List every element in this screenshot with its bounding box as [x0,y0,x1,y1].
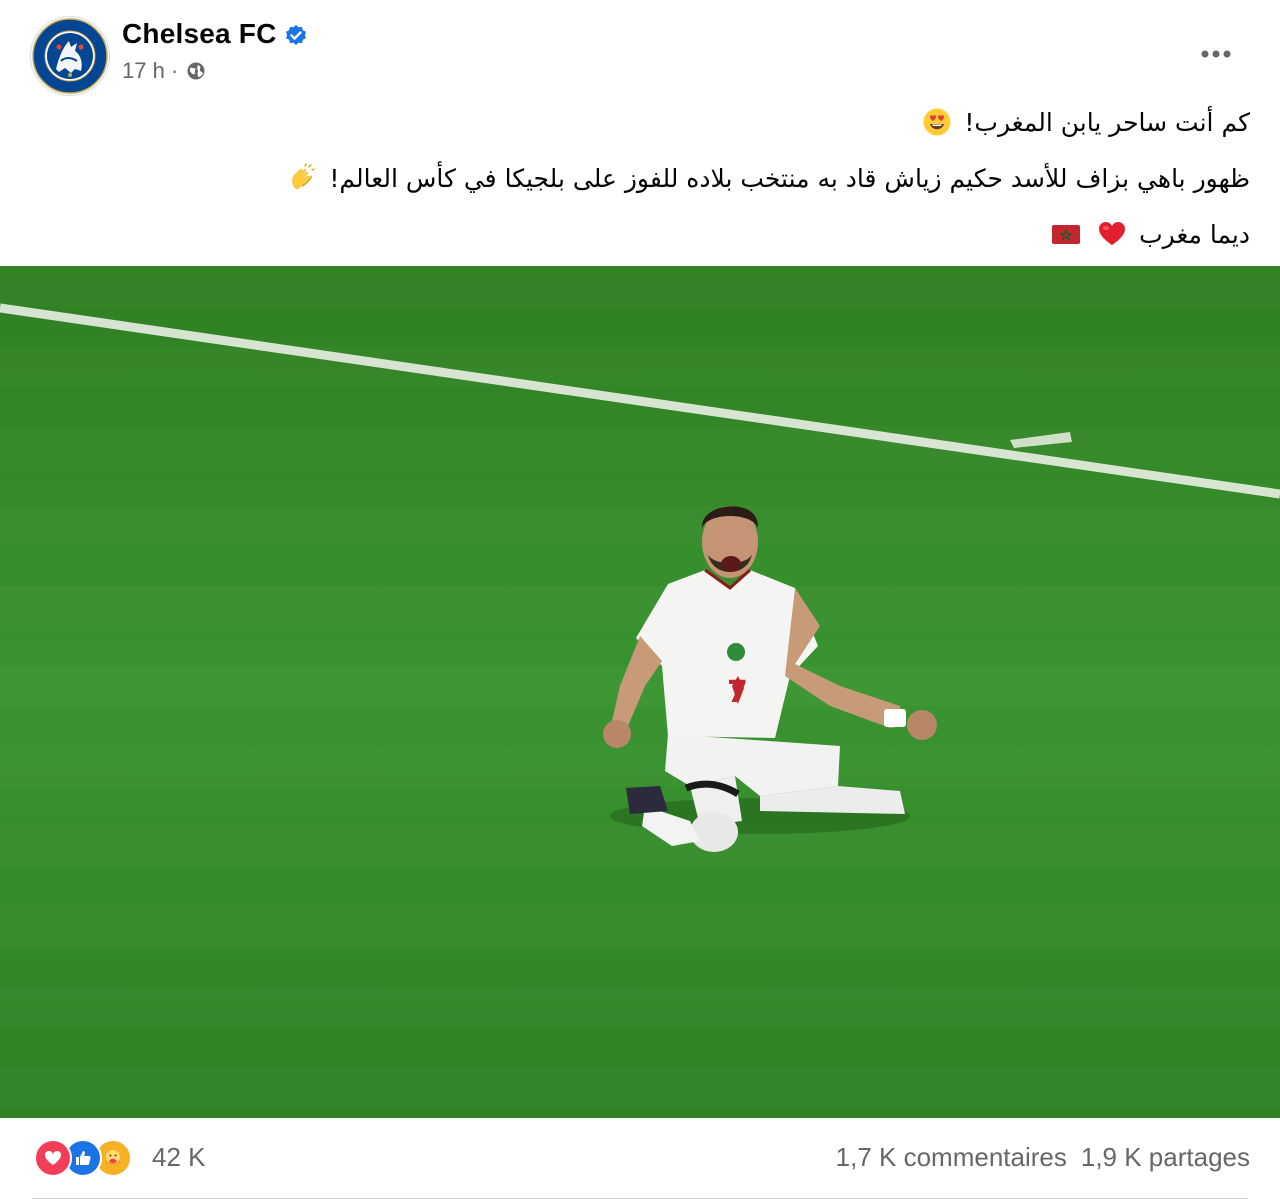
caption-line-2: ظهور باهي بزاف للأسد حكيم زياش قاد به من… [30,160,1250,198]
love-reaction-icon [34,1139,72,1177]
caption-line-1: كم أنت ساحر يابن المغرب! [30,104,1250,142]
comments-count-link[interactable]: 1,7 K commentaires [836,1142,1067,1173]
reaction-count[interactable]: 42 K [152,1142,206,1173]
clapping-hands-emoji-icon [292,163,316,190]
more-options-button[interactable] [1192,30,1240,78]
avatar[interactable] [31,17,109,95]
caption-text-2: ظهور باهي بزاف للأسد حكيم زياش قاد به من… [329,164,1250,193]
post-stats: 1,7 K commentaires 1,9 K partages [836,1142,1250,1173]
post-header: Chelsea FC 17 h · [0,0,1280,100]
globe-icon[interactable] [186,61,206,81]
verified-badge-icon [286,25,306,45]
red-heart-emoji-icon [1099,222,1126,245]
post-caption: كم أنت ساحر يابن المغرب! ظهور باهي بزاف … [30,104,1250,272]
more-horizontal-icon [1201,50,1231,58]
reaction-icons[interactable] [34,1139,132,1177]
caption-text-1: كم أنت ساحر يابن المغرب! [964,108,1250,137]
jersey-number: 7 [727,675,748,710]
chelsea-crest-logo [32,18,108,94]
caption-text-3: ديما مغرب [1139,220,1250,249]
facebook-post: Chelsea FC 17 h · كم أنت ساحر يابن المغر… [0,0,1280,1199]
meta-separator: · [170,58,179,83]
heart-eyes-emoji-icon [923,108,951,136]
post-meta: 17 h · [122,58,206,84]
caption-line-3: ديما مغرب [30,216,1250,254]
post-photo[interactable]: 7 [0,266,1280,1118]
post-footer: 42 K 1,7 K commentaires 1,9 K partages [0,1118,1280,1199]
post-timestamp[interactable]: 17 h [122,58,165,84]
page-name[interactable]: Chelsea FC [122,18,277,50]
player-celebration-image: 7 [0,266,1280,1118]
shares-count-link[interactable]: 1,9 K partages [1081,1142,1250,1173]
morocco-flag-emoji-icon [1052,225,1081,244]
